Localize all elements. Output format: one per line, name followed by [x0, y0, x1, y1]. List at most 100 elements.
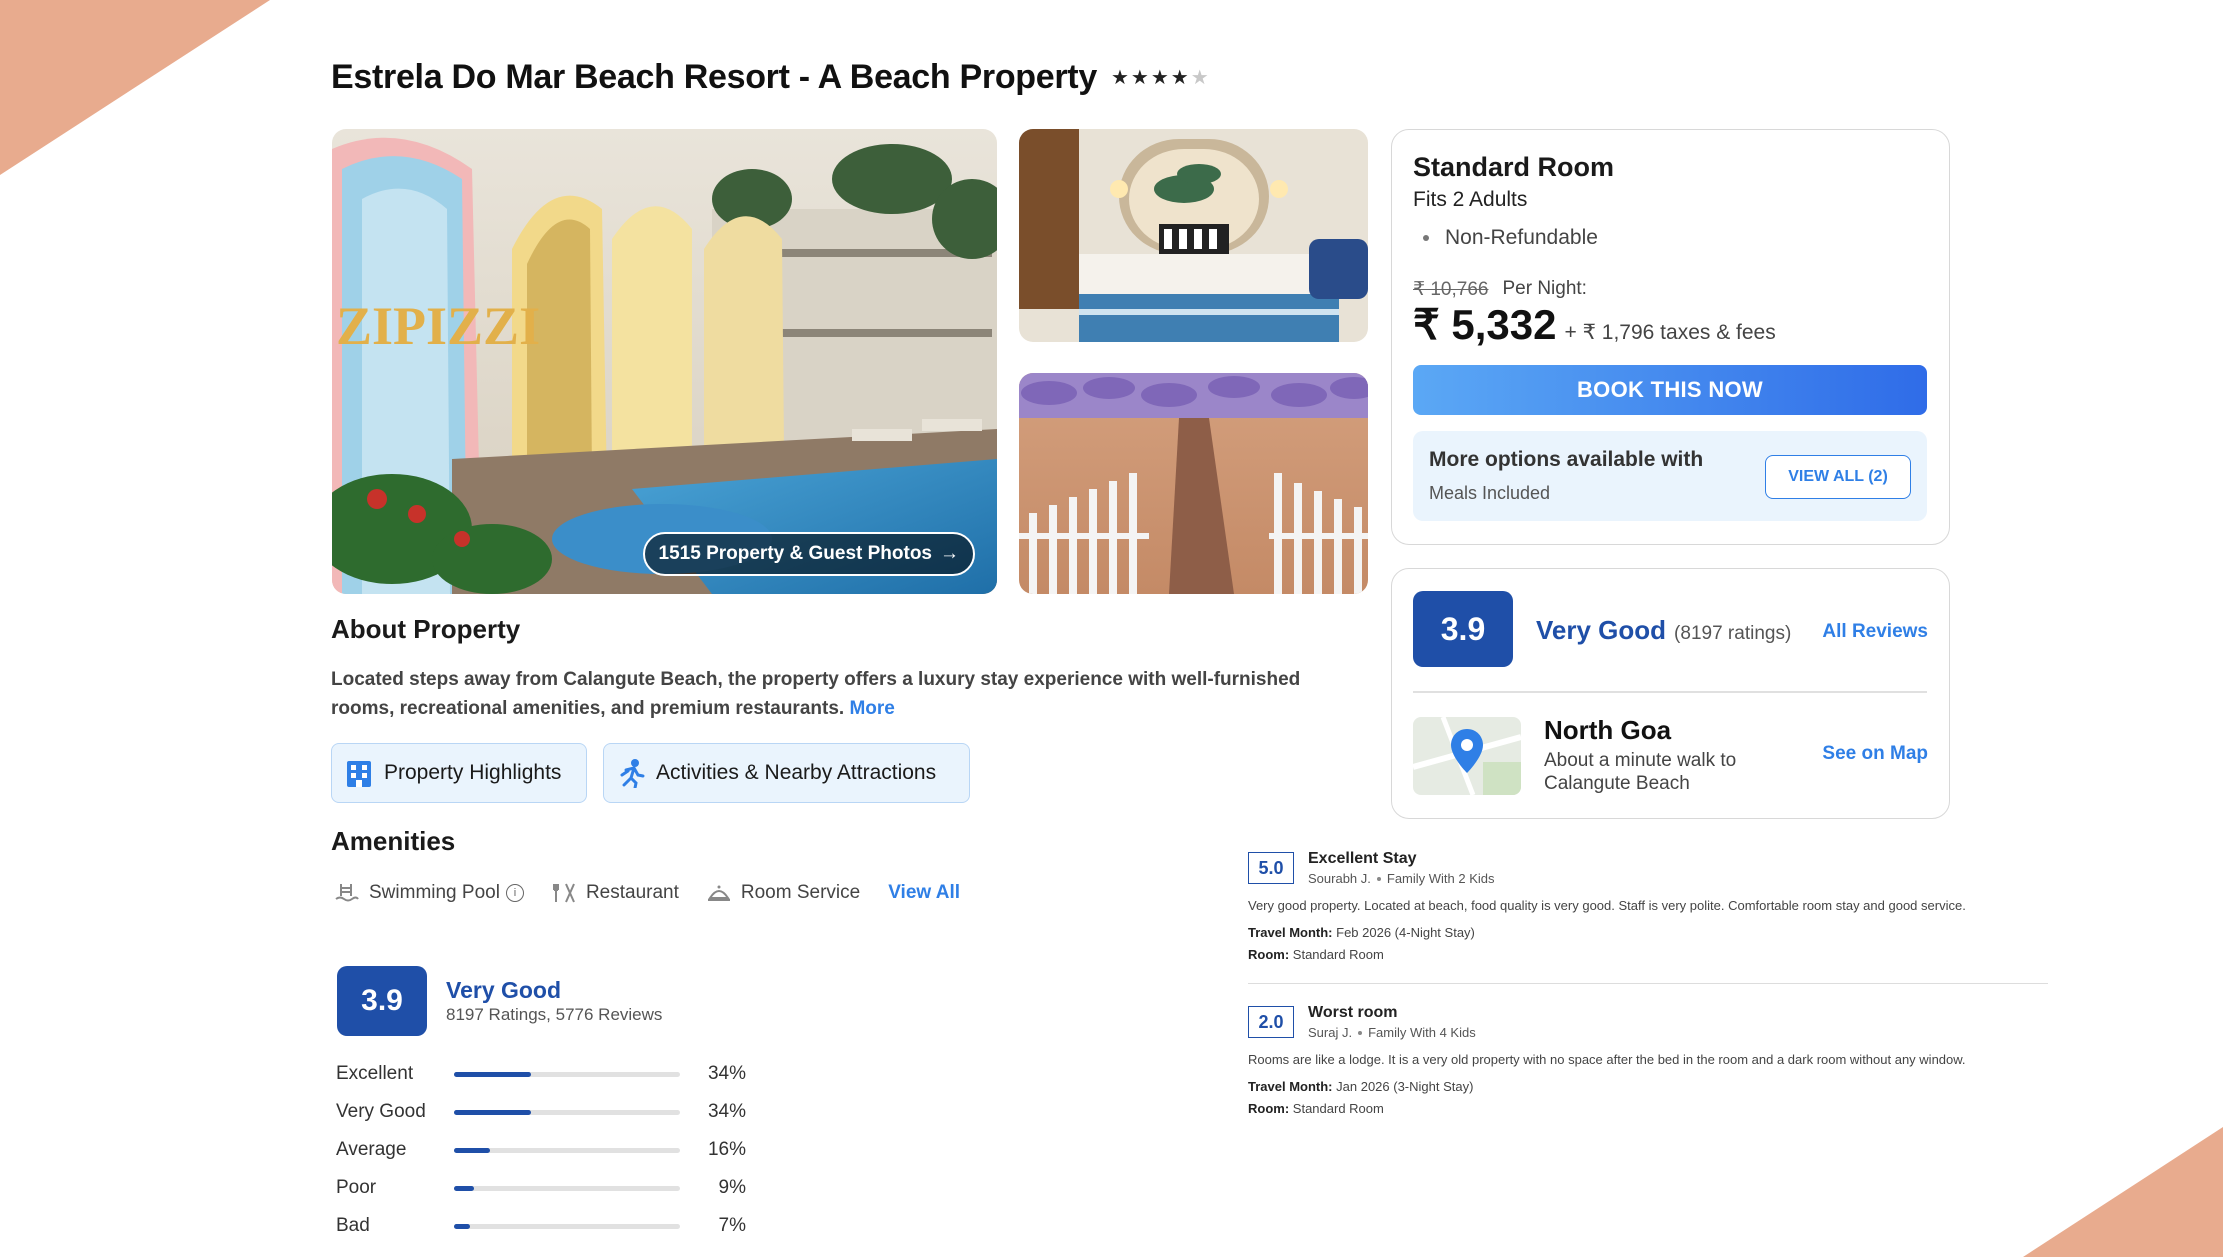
map-image — [1413, 717, 1521, 795]
review-score: 5.0 — [1248, 852, 1294, 884]
more-link[interactable]: More — [849, 698, 894, 719]
distribution-pct: 7% — [718, 1215, 746, 1236]
rating-location-card: 3.9 Very Good (8197 ratings) All Reviews… — [1391, 568, 1950, 819]
room-value: Standard Room — [1292, 947, 1384, 962]
photos-button[interactable]: 1515 Property & Guest Photos → — [642, 532, 975, 576]
rating-score-badge: 3.9 — [1413, 591, 1513, 667]
star-empty-icon: ★ — [1190, 67, 1209, 89]
distribution-row: Bad 7% — [336, 1207, 746, 1245]
star-icon: ★ — [1130, 67, 1149, 89]
review-author: Sourabh J. — [1308, 871, 1371, 886]
room-photo[interactable] — [1019, 129, 1368, 342]
amenity-restaurant: Restaurant — [552, 882, 679, 904]
review-title: Excellent Stay — [1308, 850, 1417, 867]
distribution-row: Poor 9% — [336, 1169, 746, 1207]
price-row: ₹ 5,332 + ₹ 1,796 taxes & fees — [1413, 300, 1776, 349]
review-divider — [1248, 983, 2048, 984]
distribution-row: Very Good 34% — [336, 1093, 746, 1131]
distribution-label: Poor — [336, 1177, 377, 1198]
restaurant-icon — [552, 883, 575, 903]
building-icon — [347, 761, 371, 787]
rating-label: Very Good — [446, 977, 562, 1003]
map-thumbnail[interactable] — [1413, 717, 1521, 795]
separator-dot — [1376, 876, 1381, 881]
travel-month-label: Travel Month: — [1248, 925, 1333, 940]
amenities-heading: Amenities — [331, 826, 456, 856]
distribution-bar — [454, 1147, 680, 1153]
review-group: Family With 4 Kids — [1368, 1025, 1476, 1040]
review-author-row: Suraj J. Family With 4 Kids — [1308, 1025, 1476, 1040]
distribution-label: Average — [336, 1139, 407, 1160]
original-price: ₹ 10,766 — [1413, 279, 1489, 300]
distribution-fill — [454, 1223, 470, 1229]
rating-count: 8197 Ratings, 5776 Reviews — [446, 1005, 663, 1024]
travel-month-label: Travel Month: — [1248, 1079, 1333, 1094]
star-icon: ★ — [1170, 67, 1189, 89]
review-body: Rooms are like a lodge. It is a very old… — [1248, 1052, 1966, 1067]
room-label: Room: — [1248, 1101, 1290, 1116]
distribution-label: Excellent — [336, 1063, 414, 1084]
bullet-icon — [1423, 235, 1429, 241]
bedroom-image — [1019, 129, 1368, 342]
review-travel-month: Travel Month: Feb 2026 (4-Night Stay) — [1248, 925, 1475, 940]
distribution-bar — [454, 1185, 680, 1191]
running-person-icon — [620, 759, 645, 788]
separator-dot — [1358, 1030, 1363, 1035]
property-highlights-chip[interactable]: Property Highlights — [331, 743, 587, 803]
distribution-fill — [454, 1071, 531, 1077]
amenity-label: Restaurant — [585, 882, 679, 903]
review-travel-month: Travel Month: Jan 2026 (3-Night Stay) — [1248, 1079, 1473, 1094]
main-photo[interactable]: ZIPIZZI 1515 Property & Guest Photos → — [332, 129, 997, 594]
amenities-view-all-link[interactable]: View All — [888, 882, 960, 904]
amenity-swimming-pool: Swimming Pool i — [335, 882, 524, 904]
about-description: Located steps away from Calangute Beach,… — [331, 665, 1351, 723]
divider — [1413, 691, 1927, 693]
beach-path-image — [1019, 373, 1368, 594]
location-name: North Goa — [1544, 715, 1672, 745]
distribution-fill — [454, 1147, 491, 1153]
travel-month-value: Jan 2026 (3-Night Stay) — [1336, 1079, 1474, 1094]
chip-label: Activities & Nearby Attractions — [656, 761, 937, 784]
review-title: Worst room — [1308, 1004, 1398, 1021]
all-reviews-link[interactable]: All Reviews — [1822, 621, 1928, 643]
review-room: Room: Standard Room — [1248, 1101, 1384, 1116]
svg-text:ZIPIZZI: ZIPIZZI — [336, 296, 540, 356]
original-price-row: ₹ 10,766 Per Night: — [1413, 278, 1587, 301]
review-room: Room: Standard Room — [1248, 947, 1384, 962]
see-on-map-link[interactable]: See on Map — [1822, 743, 1928, 765]
book-now-button[interactable]: BOOK THIS NOW — [1413, 365, 1927, 415]
per-night-label: Per Night: — [1502, 278, 1587, 299]
distribution-pct: 34% — [707, 1101, 746, 1122]
more-options-text: More options available with — [1429, 448, 1704, 471]
chip-label: Property Highlights — [384, 761, 562, 784]
distribution-pct: 9% — [718, 1177, 746, 1198]
hotel-title: Estrela Do Mar Beach Resort - A Beach Pr… — [331, 58, 1097, 96]
photos-button-label: 1515 Property & Guest Photos — [658, 543, 932, 564]
room-price: ₹ 5,332 — [1413, 301, 1557, 348]
room-value: Standard Room — [1292, 1101, 1384, 1116]
distribution-label: Very Good — [336, 1101, 426, 1122]
room-booking-card: Standard Room Fits 2 Adults Non-Refundab… — [1391, 129, 1950, 545]
star-rating: ★ ★ ★ ★ ★ — [1111, 65, 1209, 90]
corner-decoration-top-left — [0, 0, 270, 175]
beach-photo[interactable] — [1019, 373, 1368, 594]
rating-count: (8197 ratings) — [1674, 623, 1792, 644]
hotel-header: Estrela Do Mar Beach Resort - A Beach Pr… — [331, 58, 1209, 97]
corner-decoration-bottom-right — [2023, 1127, 2223, 1257]
rating-distribution: Excellent 34% Very Good 34% Average 16% … — [336, 1055, 746, 1245]
distribution-row: Excellent 34% — [336, 1055, 746, 1093]
room-occupancy: Fits 2 Adults — [1413, 188, 1528, 211]
about-text: Located steps away from Calangute Beach,… — [331, 669, 1301, 719]
room-policy: Non-Refundable — [1413, 226, 1598, 250]
activities-chip[interactable]: Activities & Nearby Attractions — [603, 743, 970, 803]
travel-month-value: Feb 2026 (4-Night Stay) — [1336, 925, 1475, 940]
more-options-subtext: Meals Included — [1429, 483, 1551, 503]
info-icon[interactable]: i — [505, 884, 524, 902]
distribution-label: Bad — [336, 1215, 370, 1236]
pool-icon — [335, 884, 359, 902]
distribution-fill — [454, 1185, 475, 1191]
distribution-bar — [454, 1109, 680, 1115]
view-all-options-button[interactable]: VIEW ALL (2) — [1765, 455, 1911, 499]
resort-pool-image: ZIPIZZI — [332, 129, 997, 594]
amenity-room-service: Room Service — [707, 882, 860, 904]
